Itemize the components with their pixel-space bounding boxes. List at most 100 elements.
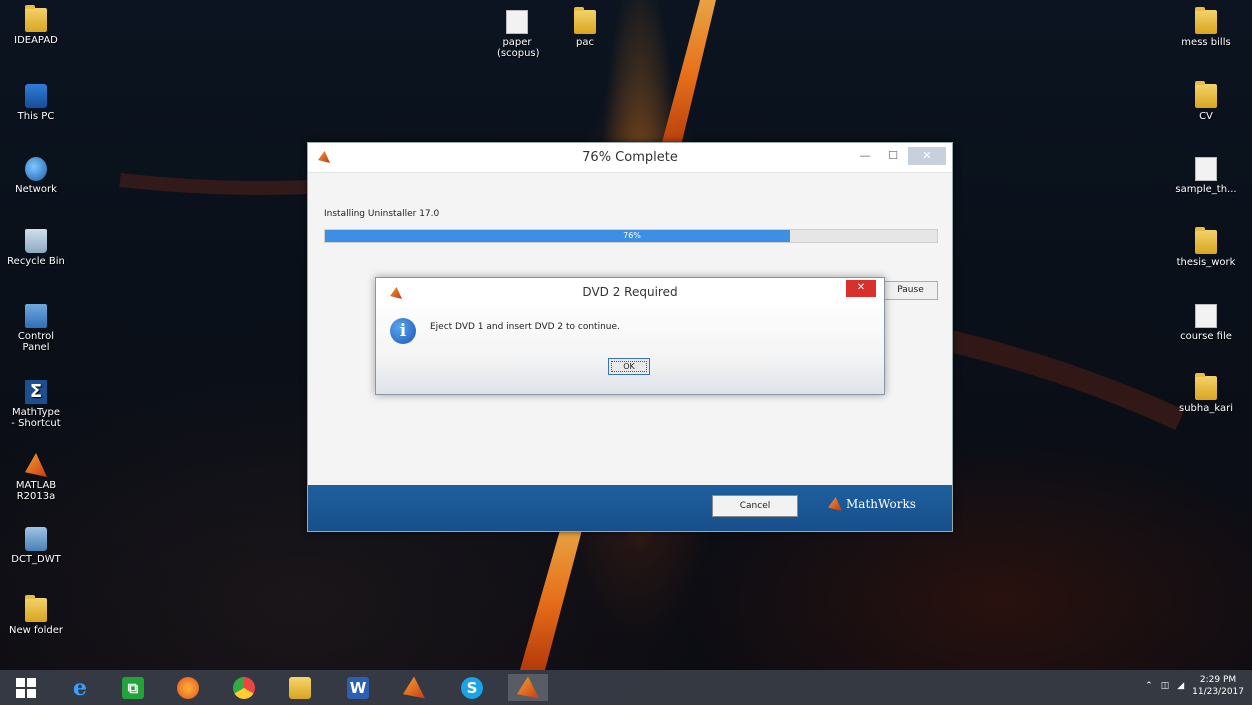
desktop-icon-recycle-bin[interactable]: Recycle Bin <box>4 229 68 267</box>
control-panel-icon <box>25 304 47 328</box>
desktop-icon-paper-scopus[interactable]: paper (scopus) <box>485 10 549 59</box>
desktop-icon-label: CV <box>1199 111 1213 122</box>
folder-icon <box>25 595 47 622</box>
file-explorer-icon <box>289 676 311 699</box>
matlab-icon <box>403 676 425 699</box>
taskbar-store[interactable]: ⧉ <box>113 674 153 701</box>
mathtype-icon: Σ <box>25 380 47 404</box>
mathworks-brand-text: MathWorks <box>846 497 916 511</box>
folder-icon <box>1195 81 1217 108</box>
desktop-icon-label: MathType - Shortcut <box>11 407 61 429</box>
mathworks-membrane-icon <box>828 497 842 511</box>
desktop-icon-mess-bills[interactable]: mess bills <box>1174 7 1238 48</box>
document-icon <box>1195 304 1217 328</box>
installer-footer: Cancel MathWorks <box>308 485 952 531</box>
windows-logo-icon <box>16 677 36 698</box>
desktop-icon-label: DCT_DWT <box>11 554 61 565</box>
folder-icon <box>25 5 47 32</box>
dialog-title: DVD 2 Required <box>582 285 678 299</box>
start-button[interactable] <box>6 674 46 701</box>
desktop-icon-label: Recycle Bin <box>7 256 65 267</box>
cancel-button[interactable]: Cancel <box>712 495 798 517</box>
folder-icon <box>574 7 596 34</box>
taskbar-word[interactable]: W <box>338 674 378 701</box>
clock-time: 2:29 PM <box>1199 675 1237 685</box>
app-icon <box>25 527 47 551</box>
firefox-icon <box>177 676 199 699</box>
installer-titlebar[interactable]: 76% Complete — ☐ ✕ <box>308 143 952 173</box>
desktop-icon-label: paper (scopus) <box>497 37 540 59</box>
desktop-icon-this-pc[interactable]: This PC <box>4 84 68 122</box>
desktop-icon-label: subha_kari <box>1179 403 1233 414</box>
ok-button[interactable]: OK <box>608 358 650 375</box>
maximize-button[interactable]: ☐ <box>880 147 906 165</box>
taskbar-firefox[interactable] <box>168 674 208 701</box>
computer-icon <box>25 84 47 108</box>
close-button[interactable]: ✕ <box>908 147 946 165</box>
network-status-icon[interactable]: ◫ <box>1161 681 1170 691</box>
matlab-installer-icon <box>517 676 539 699</box>
document-icon <box>506 10 528 34</box>
desktop-icon-label: Network <box>15 184 57 195</box>
desktop-icon-control-panel[interactable]: Control Panel <box>4 304 68 353</box>
skype-icon: S <box>461 676 483 699</box>
desktop-icon-pac[interactable]: pac <box>553 7 617 48</box>
desktop-icon-label: pac <box>576 37 594 48</box>
desktop-icon-thesis-work[interactable]: thesis_work <box>1174 227 1238 268</box>
chrome-icon <box>233 676 255 699</box>
progress-percent-label: 76% <box>623 231 641 240</box>
desktop-icon-label: MATLAB R2013a <box>15 480 57 502</box>
mathworks-logo: MathWorks <box>828 497 916 511</box>
desktop-icon-matlab[interactable]: MATLAB R2013a <box>4 453 68 502</box>
dvd-required-dialog: DVD 2 Required ✕ i Eject DVD 1 and inser… <box>375 277 885 395</box>
taskbar-chrome[interactable] <box>224 674 264 701</box>
folder-icon <box>1195 227 1217 254</box>
taskbar-internet-explorer[interactable]: e <box>60 674 100 701</box>
dialog-message: Eject DVD 1 and insert DVD 2 to continue… <box>430 322 620 332</box>
dialog-body: i Eject DVD 1 and insert DVD 2 to contin… <box>376 306 884 394</box>
document-icon <box>1195 157 1217 181</box>
system-tray: ⌃ ◫ ◢ 2:29 PM 11/23/2017 <box>1145 674 1244 698</box>
info-icon: i <box>390 318 416 344</box>
taskbar-file-explorer[interactable] <box>280 674 320 701</box>
desktop-icon-label: thesis_work <box>1176 257 1236 268</box>
desktop-icon-mathtype[interactable]: Σ MathType - Shortcut <box>4 380 68 429</box>
dialog-close-button[interactable]: ✕ <box>846 280 876 297</box>
desktop-icon-label: course file <box>1180 331 1232 342</box>
clock-date: 11/23/2017 <box>1192 687 1244 697</box>
desktop-icon-new-folder[interactable]: New folder <box>4 595 68 636</box>
show-hidden-icons-icon[interactable]: ⌃ <box>1145 681 1153 691</box>
volume-icon[interactable]: ◢ <box>1177 681 1184 691</box>
dialog-titlebar[interactable]: DVD 2 Required ✕ <box>376 278 884 306</box>
store-icon: ⧉ <box>122 676 144 699</box>
taskbar-matlab-installer[interactable] <box>508 674 548 701</box>
install-progress-bar: 76% <box>324 229 938 243</box>
desktop-icon-sample-th[interactable]: sample_th... <box>1174 157 1238 195</box>
folder-icon <box>1195 7 1217 34</box>
word-icon: W <box>347 676 369 699</box>
pause-button[interactable]: Pause <box>883 281 938 300</box>
install-status-label: Installing Uninstaller 17.0 <box>324 209 440 219</box>
network-icon <box>25 157 47 181</box>
recycle-bin-icon <box>25 229 47 253</box>
desktop-icon-network[interactable]: Network <box>4 157 68 195</box>
matlab-icon <box>25 453 47 477</box>
desktop-icon-label: sample_th... <box>1175 184 1237 195</box>
internet-explorer-icon: e <box>73 674 87 701</box>
clock[interactable]: 2:29 PM 11/23/2017 <box>1192 674 1244 698</box>
desktop-icon-cv[interactable]: CV <box>1174 81 1238 122</box>
folder-icon <box>1195 373 1217 400</box>
desktop-icon-label: This PC <box>17 111 55 122</box>
desktop-icon-course-file[interactable]: course file <box>1174 304 1238 342</box>
desktop-icon-label: IDEAPAD <box>14 35 58 46</box>
desktop-icon-label: mess bills <box>1181 37 1231 48</box>
desktop-icon-dct-dwt[interactable]: DCT_DWT <box>4 527 68 565</box>
taskbar-skype[interactable]: S <box>452 674 492 701</box>
taskbar-matlab[interactable] <box>394 674 434 701</box>
desktop-icon-label: Control Panel <box>17 331 55 353</box>
desktop-icon-ideapad[interactable]: IDEAPAD <box>4 5 68 46</box>
minimize-button[interactable]: — <box>852 147 878 165</box>
taskbar: e ⧉ W S ⌃ ◫ ◢ 2:29 PM 11/23/2017 <box>0 670 1252 705</box>
desktop-icon-subha-kari[interactable]: subha_kari <box>1174 373 1238 414</box>
desktop-icon-label: New folder <box>8 625 64 636</box>
